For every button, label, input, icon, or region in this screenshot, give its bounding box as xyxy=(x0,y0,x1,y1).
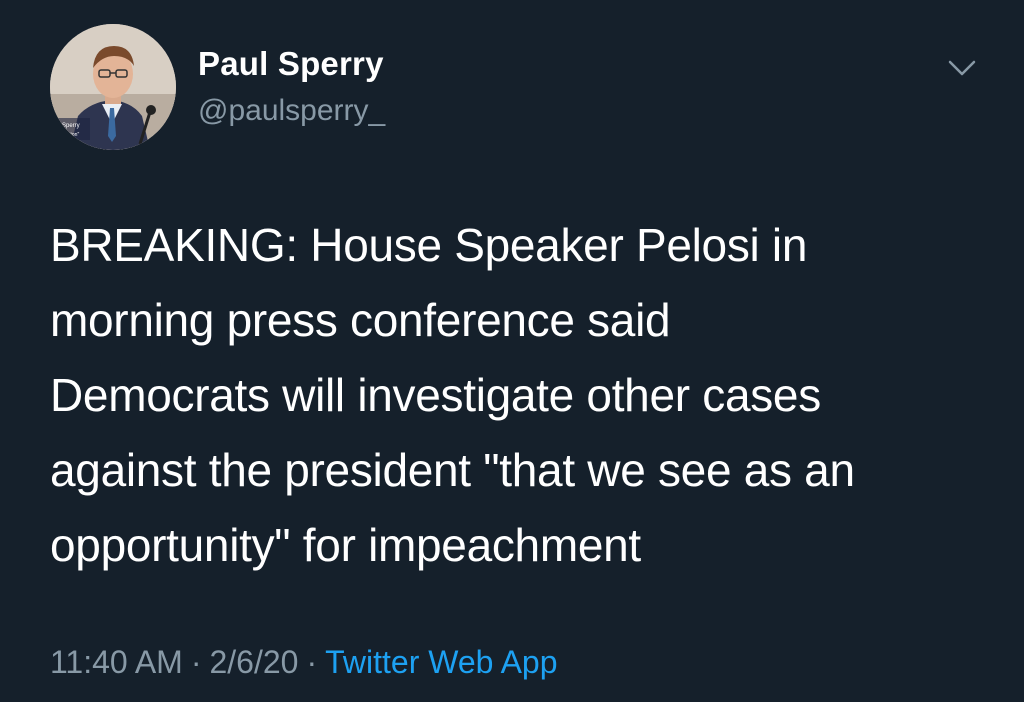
tweet-text: BREAKING: House Speaker Pelosi in mornin… xyxy=(50,219,855,571)
chevron-down-icon xyxy=(948,60,976,76)
avatar-image: Sperry "Infiltration" xyxy=(50,24,176,150)
avatar-caption-line1: Sperry xyxy=(62,123,80,129)
tweet-source-link[interactable]: Twitter Web App xyxy=(325,644,557,680)
avatar[interactable]: Sperry "Infiltration" xyxy=(50,24,176,150)
author-handle[interactable]: @paulsperry_ xyxy=(198,92,385,130)
tweet-menu-button[interactable] xyxy=(944,52,980,82)
meta-separator: · xyxy=(190,644,202,680)
tweet-card: Sperry "Infiltration" Paul Sperry @pauls… xyxy=(0,0,1024,702)
avatar-caption-line2: "Infiltration" xyxy=(54,132,79,138)
tweet-metadata: 11:40 AM · 2/6/20 · Twitter Web App xyxy=(50,640,558,684)
tweet-date[interactable]: 2/6/20 xyxy=(209,644,298,680)
author-name[interactable]: Paul Sperry xyxy=(198,44,384,84)
tweet-time[interactable]: 11:40 AM xyxy=(50,644,183,680)
meta-separator: · xyxy=(306,644,318,680)
